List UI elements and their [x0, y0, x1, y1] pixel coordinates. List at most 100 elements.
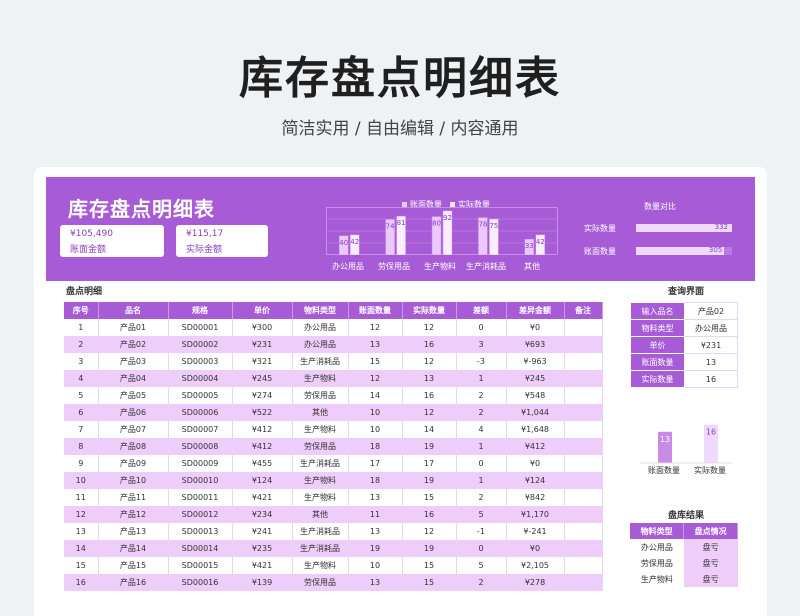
- table-cell[interactable]: 0: [456, 319, 507, 336]
- table-cell[interactable]: 劳保用品: [292, 574, 349, 591]
- table-cell[interactable]: 10: [64, 472, 99, 489]
- table-row[interactable]: 3 产品03 SD00003 ¥321 生产消耗品 15 12 -3 ¥-963: [64, 353, 603, 370]
- table-cell[interactable]: 8: [64, 438, 99, 455]
- table-cell[interactable]: [564, 506, 603, 523]
- table-cell[interactable]: -1: [456, 523, 507, 540]
- table-cell[interactable]: ¥124: [232, 472, 293, 489]
- query-value[interactable]: 办公用品: [684, 319, 738, 337]
- table-cell[interactable]: 0: [456, 455, 507, 472]
- table-row[interactable]: 8 产品08 SD00008 ¥412 劳保用品 18 19 1 ¥412: [64, 438, 603, 455]
- table-cell[interactable]: 产品13: [98, 523, 169, 540]
- table-row[interactable]: 14 产品14 SD00014 ¥235 生产消耗品 19 19 0 ¥0: [64, 540, 603, 557]
- table-cell[interactable]: 5: [64, 387, 99, 404]
- table-cell[interactable]: 15: [402, 489, 457, 506]
- table-cell[interactable]: 2: [456, 489, 507, 506]
- table-cell[interactable]: 9: [64, 455, 99, 472]
- table-cell[interactable]: -3: [456, 353, 507, 370]
- table-cell[interactable]: 其他: [292, 506, 349, 523]
- table-cell[interactable]: [564, 353, 603, 370]
- table-cell[interactable]: 10: [348, 421, 403, 438]
- table-cell[interactable]: 15: [64, 557, 99, 574]
- table-row[interactable]: 15 产品15 SD00015 ¥421 生产物料 10 15 5 ¥2,105: [64, 557, 603, 574]
- table-cell[interactable]: 生产消耗品: [292, 455, 349, 472]
- table-cell[interactable]: SD00011: [168, 489, 233, 506]
- table-cell[interactable]: SD00016: [168, 574, 233, 591]
- table-cell[interactable]: ¥-241: [506, 523, 565, 540]
- column-header[interactable]: 物料类型: [292, 302, 349, 319]
- table-cell[interactable]: SD00014: [168, 540, 233, 557]
- table-cell[interactable]: SD00001: [168, 319, 233, 336]
- table-cell[interactable]: SD00002: [168, 336, 233, 353]
- table-cell[interactable]: 生产消耗品: [292, 523, 349, 540]
- table-cell[interactable]: 15: [402, 557, 457, 574]
- table-cell[interactable]: SD00015: [168, 557, 233, 574]
- table-cell[interactable]: 19: [402, 438, 457, 455]
- column-header[interactable]: 实际数量: [402, 302, 457, 319]
- table-cell[interactable]: 生产物料: [292, 421, 349, 438]
- table-row[interactable]: 12 产品12 SD00012 ¥234 其他 11 16 5 ¥1,170: [64, 506, 603, 523]
- table-cell[interactable]: ¥0: [506, 455, 565, 472]
- table-cell[interactable]: 12: [402, 353, 457, 370]
- table-cell[interactable]: 14: [402, 421, 457, 438]
- table-cell[interactable]: 1: [456, 438, 507, 455]
- table-cell[interactable]: 12: [348, 370, 403, 387]
- table-row[interactable]: 11 产品11 SD00011 ¥421 生产物料 13 15 2 ¥842: [64, 489, 603, 506]
- table-cell[interactable]: 3: [456, 336, 507, 353]
- table-cell[interactable]: 19: [402, 540, 457, 557]
- table-cell[interactable]: 1: [456, 370, 507, 387]
- table-cell[interactable]: ¥522: [232, 404, 293, 421]
- table-cell[interactable]: SD00012: [168, 506, 233, 523]
- table-cell[interactable]: ¥124: [506, 472, 565, 489]
- table-cell[interactable]: ¥234: [232, 506, 293, 523]
- table-cell[interactable]: 产品05: [98, 387, 169, 404]
- table-cell[interactable]: 12: [402, 319, 457, 336]
- table-cell[interactable]: ¥274: [232, 387, 293, 404]
- table-cell[interactable]: 产品03: [98, 353, 169, 370]
- table-cell[interactable]: 产品02: [98, 336, 169, 353]
- table-cell[interactable]: 15: [402, 574, 457, 591]
- table-cell[interactable]: 产品04: [98, 370, 169, 387]
- table-cell[interactable]: 0: [456, 540, 507, 557]
- table-cell[interactable]: SD00006: [168, 404, 233, 421]
- table-row[interactable]: 2 产品02 SD00002 ¥231 办公用品 13 16 3 ¥693: [64, 336, 603, 353]
- table-cell[interactable]: ¥278: [506, 574, 565, 591]
- table-cell[interactable]: 13: [64, 523, 99, 540]
- table-cell[interactable]: 19: [348, 540, 403, 557]
- table-cell[interactable]: 办公用品: [292, 336, 349, 353]
- table-cell[interactable]: 16: [402, 506, 457, 523]
- table-cell[interactable]: 生产物料: [292, 472, 349, 489]
- table-cell[interactable]: 15: [348, 353, 403, 370]
- table-cell[interactable]: 生产消耗品: [292, 353, 349, 370]
- table-cell[interactable]: 11: [348, 506, 403, 523]
- table-cell[interactable]: 13: [348, 489, 403, 506]
- table-cell[interactable]: 6: [64, 404, 99, 421]
- table-cell[interactable]: SD00008: [168, 438, 233, 455]
- table-cell[interactable]: 16: [402, 387, 457, 404]
- table-cell[interactable]: ¥-963: [506, 353, 565, 370]
- table-cell[interactable]: 产品01: [98, 319, 169, 336]
- table-cell[interactable]: ¥421: [232, 557, 293, 574]
- query-value[interactable]: 16: [684, 370, 738, 388]
- table-cell[interactable]: 劳保用品: [292, 387, 349, 404]
- table-cell[interactable]: ¥300: [232, 319, 293, 336]
- column-header[interactable]: 差异金额: [506, 302, 565, 319]
- table-row[interactable]: 9 产品09 SD00009 ¥455 生产消耗品 17 17 0 ¥0: [64, 455, 603, 472]
- column-header[interactable]: 规格: [168, 302, 233, 319]
- table-cell[interactable]: ¥842: [506, 489, 565, 506]
- table-cell[interactable]: [564, 370, 603, 387]
- table-cell[interactable]: 17: [402, 455, 457, 472]
- table-cell[interactable]: 办公用品: [292, 319, 349, 336]
- table-cell[interactable]: 产品14: [98, 540, 169, 557]
- column-header[interactable]: 备注: [564, 302, 603, 319]
- table-cell[interactable]: 5: [456, 506, 507, 523]
- table-cell[interactable]: 4: [64, 370, 99, 387]
- table-cell[interactable]: 2: [64, 336, 99, 353]
- table-cell[interactable]: [564, 540, 603, 557]
- table-row[interactable]: 1 产品01 SD00001 ¥300 办公用品 12 12 0 ¥0: [64, 319, 603, 336]
- table-cell[interactable]: SD00004: [168, 370, 233, 387]
- table-cell[interactable]: [564, 489, 603, 506]
- table-cell[interactable]: 产品15: [98, 557, 169, 574]
- table-cell[interactable]: ¥693: [506, 336, 565, 353]
- query-value[interactable]: 产品02: [684, 302, 738, 320]
- table-cell[interactable]: [564, 557, 603, 574]
